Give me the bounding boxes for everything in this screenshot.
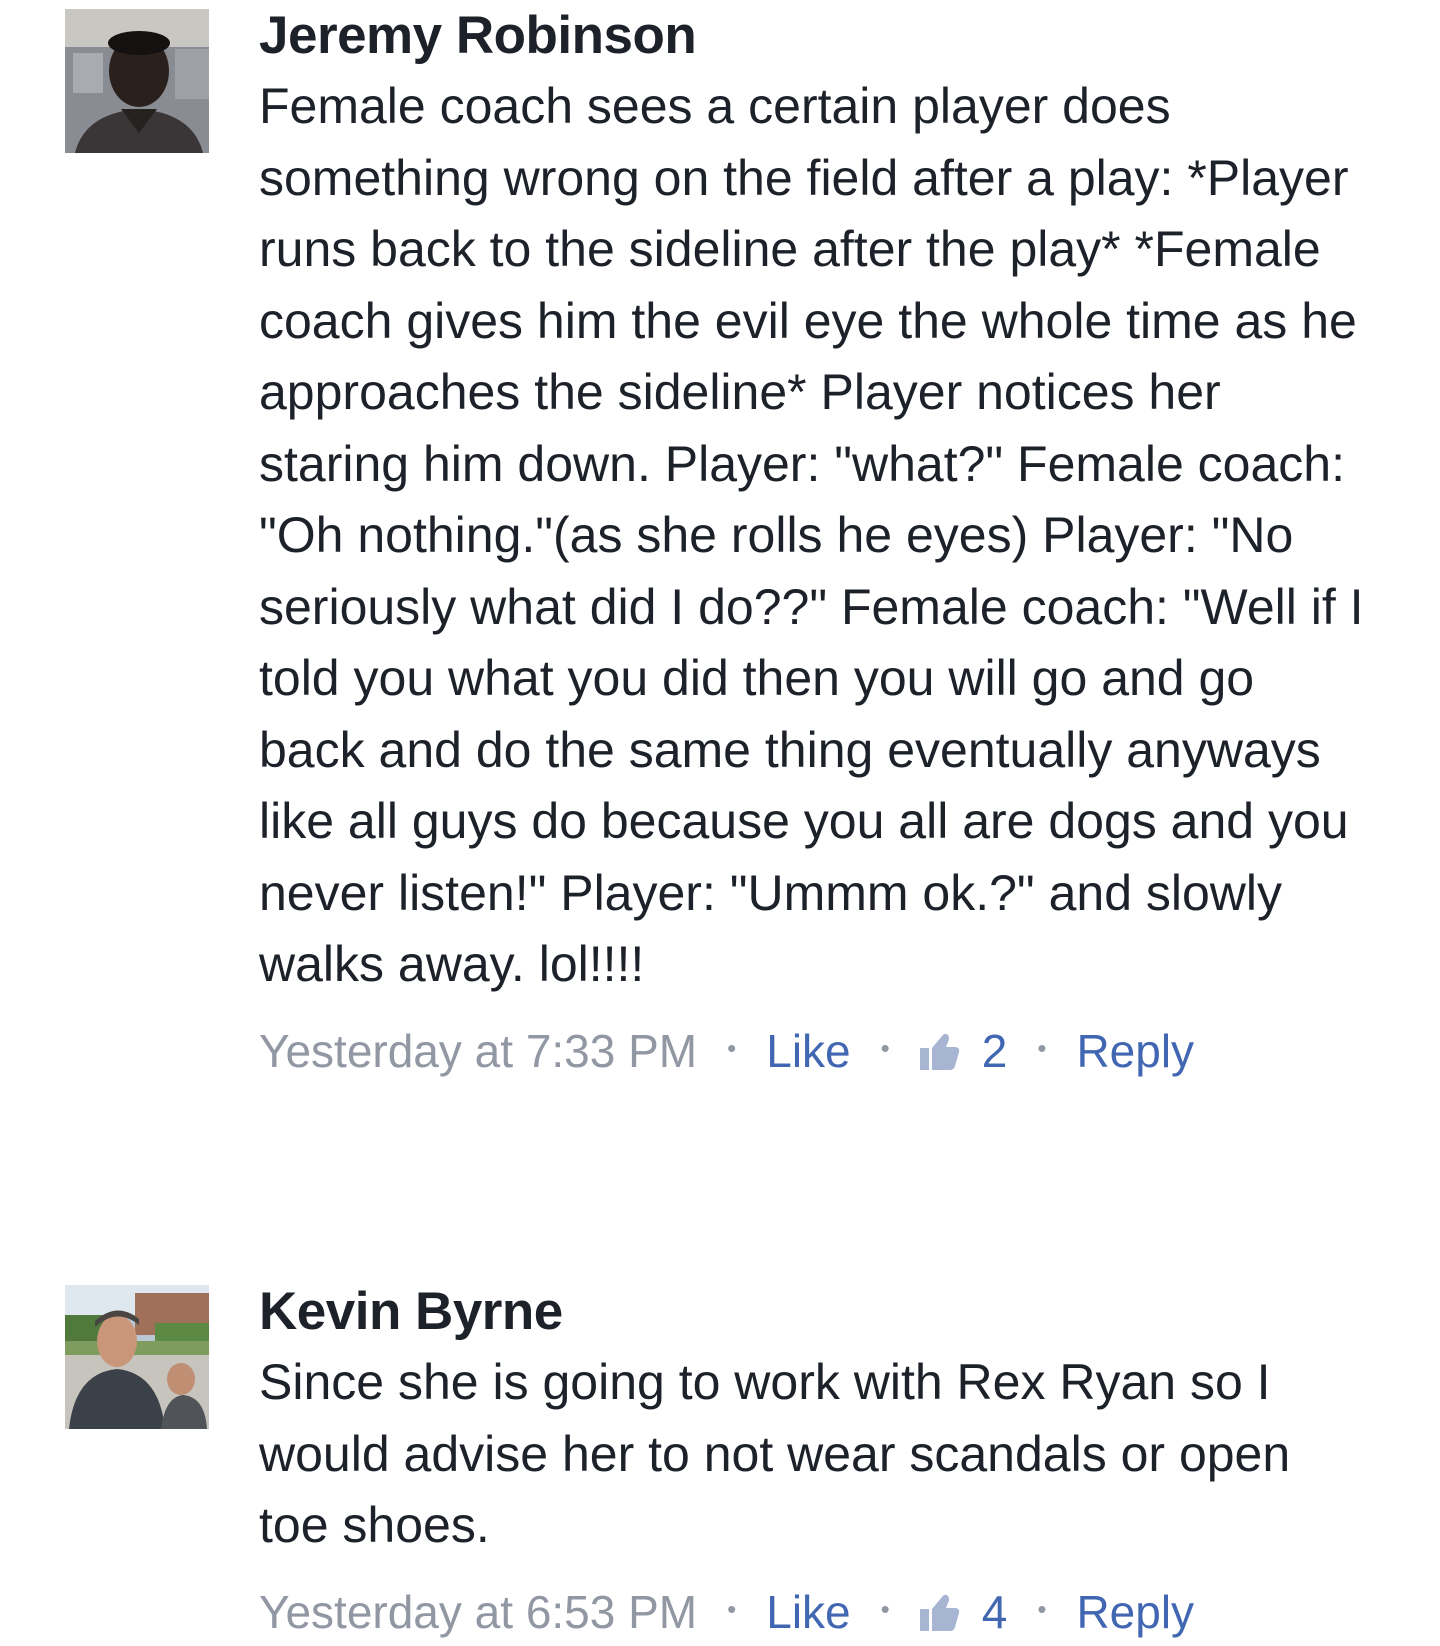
avatar-photo (65, 1285, 209, 1429)
separator-dot: • (1037, 1033, 1047, 1063)
avatar[interactable] (65, 1285, 209, 1429)
separator-dot: • (1037, 1594, 1047, 1624)
comment-author[interactable]: Jeremy Robinson (259, 6, 1379, 66)
like-count[interactable]: 2 (919, 1024, 1008, 1078)
thumbs-up-icon (919, 1033, 959, 1070)
comment-timestamp[interactable]: Yesterday at 7:33 PM (259, 1024, 697, 1078)
reply-button[interactable]: Reply (1076, 1024, 1194, 1078)
thumbs-up-icon (919, 1594, 959, 1631)
comment-text: Since she is going to work with Rex Ryan… (259, 1354, 1291, 1553)
separator-dot: • (880, 1594, 890, 1624)
separator-dot: • (727, 1594, 737, 1624)
like-button[interactable]: Like (766, 1585, 850, 1639)
comment-author[interactable]: Kevin Byrne (259, 1282, 1379, 1342)
separator-dot: • (880, 1033, 890, 1063)
reply-button[interactable]: Reply (1076, 1585, 1194, 1639)
comment-text: Female coach sees a certain player does … (259, 78, 1364, 992)
avatar-photo (65, 9, 209, 153)
separator-dot: • (727, 1033, 737, 1063)
like-count-value: 4 (981, 1585, 1008, 1638)
comment-meta: Yesterday at 7:33 PM • Like • 2 • Reply (259, 1021, 1379, 1081)
like-count[interactable]: 4 (919, 1585, 1008, 1639)
comment-timestamp[interactable]: Yesterday at 6:53 PM (259, 1585, 697, 1639)
like-button[interactable]: Like (766, 1024, 850, 1078)
avatar[interactable] (65, 9, 209, 153)
like-count-value: 2 (981, 1024, 1008, 1077)
comment-meta: Yesterday at 6:53 PM • Like • 4 • Reply (259, 1582, 1379, 1642)
